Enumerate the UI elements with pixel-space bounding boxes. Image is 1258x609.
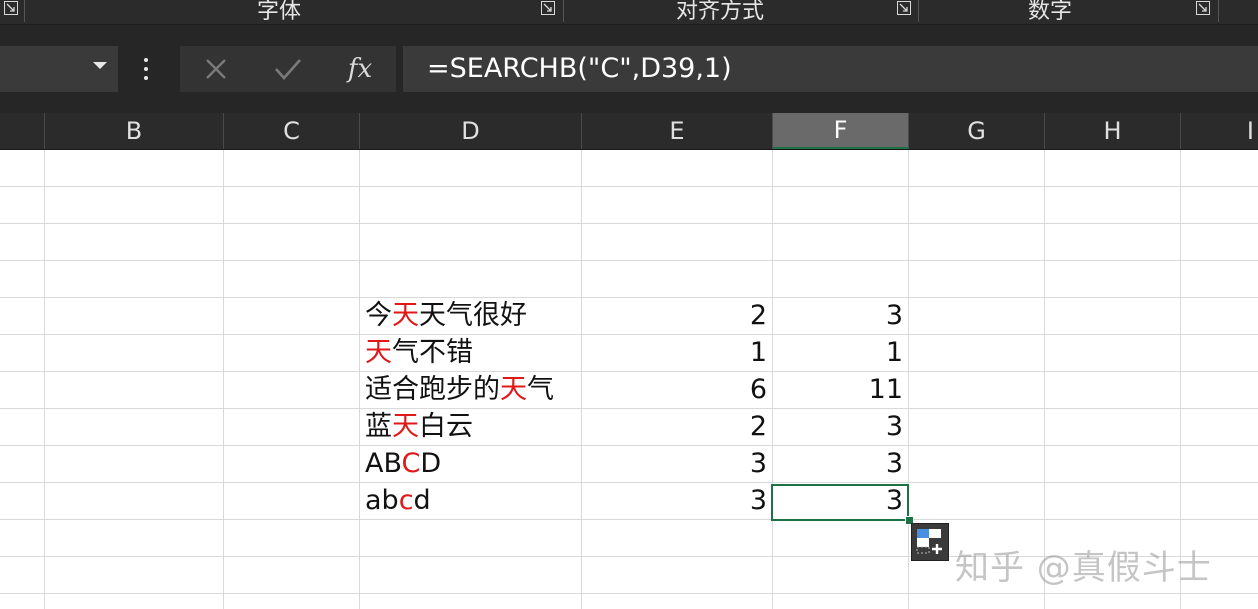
enter-check-icon[interactable]	[266, 46, 310, 92]
highlighted-char: C	[401, 448, 421, 479]
cell-text-part: 天气很好	[419, 300, 527, 331]
cell-text-part: 气	[527, 374, 554, 405]
cell-e-value[interactable]: 3	[582, 482, 772, 519]
cell-d-text[interactable]: 蓝天白云	[360, 408, 581, 445]
active-cell-selection[interactable]	[771, 484, 909, 521]
cell-e-value[interactable]: 2	[582, 408, 772, 445]
cell-f-value[interactable]: 3	[773, 297, 908, 334]
cell-text-part: 适合跑步的	[365, 374, 500, 405]
cell-text-part: 今	[365, 300, 392, 331]
cell-text-part: 气不错	[392, 337, 473, 368]
ribbon-separator	[24, 0, 25, 22]
cancel-icon[interactable]	[194, 46, 238, 92]
number-dialog-launcher-icon[interactable]	[1196, 1, 1210, 15]
column-header-i[interactable]: I	[1181, 113, 1258, 149]
alignment-dialog-launcher-icon[interactable]	[897, 1, 911, 15]
cell-e-value[interactable]: 1	[582, 334, 772, 371]
ribbon-group-alignment-label: 对齐方式	[676, 0, 765, 24]
cell-text-part: ab	[365, 485, 399, 516]
column-header-e[interactable]: E	[582, 113, 773, 149]
cell-e-value[interactable]: 2	[582, 297, 772, 334]
column-header-c[interactable]: C	[224, 113, 360, 149]
name-box-dropdown-icon[interactable]	[93, 62, 107, 69]
cell-f-value[interactable]: 3	[773, 445, 908, 482]
column-header-g[interactable]: G	[909, 113, 1045, 149]
ribbon-group-bar: 字体 对齐方式 数字	[0, 0, 1258, 25]
cell-text-part: AB	[365, 448, 402, 479]
more-options-icon[interactable]	[143, 58, 149, 82]
highlighted-char: 天	[392, 300, 419, 331]
highlighted-char: 天	[500, 374, 527, 405]
ribbon-group-font-label: 字体	[257, 0, 302, 24]
fx-label: fx	[347, 54, 373, 84]
ribbon-separator	[918, 0, 919, 22]
ribbon-group-number-label: 数字	[1028, 0, 1073, 24]
column-header-d[interactable]: D	[360, 113, 582, 149]
formula-buttons: fx	[180, 46, 396, 92]
column-header-a[interactable]	[0, 113, 45, 149]
highlighted-char: 天	[392, 411, 419, 442]
name-box[interactable]	[0, 46, 118, 92]
ribbon-separator	[563, 0, 564, 22]
cell-text-part: 蓝	[365, 411, 392, 442]
cell-text-part: D	[420, 448, 442, 479]
ribbon-separator	[1218, 0, 1219, 22]
font-dialog-launcher-icon[interactable]	[541, 1, 555, 15]
cell-text-part: d	[413, 485, 431, 516]
highlighted-char: c	[398, 485, 414, 516]
quick-analysis-icon[interactable]	[911, 523, 949, 561]
cell-d-text[interactable]: ABCD	[360, 445, 581, 482]
cell-e-value[interactable]: 6	[582, 371, 772, 408]
highlighted-char: 天	[365, 337, 392, 368]
cell-e-value[interactable]: 3	[582, 445, 772, 482]
column-header-h[interactable]: H	[1045, 113, 1181, 149]
watermark: 知乎 @真假斗士	[955, 548, 1212, 588]
cell-f-value[interactable]: 3	[773, 408, 908, 445]
column-header-f[interactable]: F	[773, 113, 909, 149]
dialog-launcher-icon[interactable]	[4, 1, 18, 15]
column-header-b[interactable]: B	[45, 113, 224, 149]
cell-f-value[interactable]: 1	[773, 334, 908, 371]
cell-d-text[interactable]: 今天天气很好	[360, 297, 581, 334]
insert-function-button[interactable]: fx	[338, 46, 382, 92]
cell-text-part: 白云	[419, 411, 473, 442]
cell-d-text[interactable]: abcd	[360, 482, 581, 519]
cell-d-text[interactable]: 适合跑步的天气	[360, 371, 581, 408]
formula-input[interactable]: =SEARCHB("C",D39,1)	[403, 46, 1258, 92]
cell-d-text[interactable]: 天气不错	[360, 334, 581, 371]
cell-f-value[interactable]: 11	[773, 371, 908, 408]
column-header-bar: B C D E F G H I	[0, 113, 1258, 150]
